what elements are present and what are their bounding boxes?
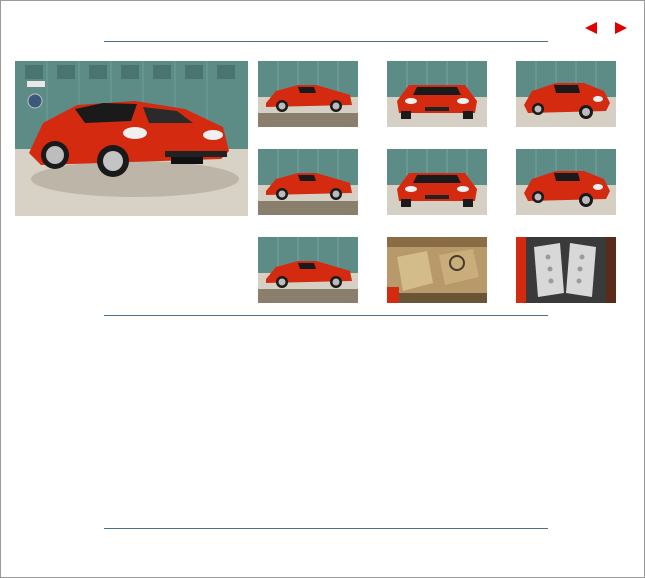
main-photo[interactable]: AM-20-59 DIFANIO <box>15 61 248 216</box>
thumbnail-5[interactable] <box>387 149 487 215</box>
thumbnail-7[interactable] <box>258 237 358 303</box>
divider-bottom <box>104 528 548 529</box>
thumbnail-4[interactable] <box>258 149 358 215</box>
prev-arrow-icon[interactable] <box>584 22 598 34</box>
divider-middle <box>104 315 548 316</box>
thumbnail-6[interactable] <box>516 149 616 215</box>
thumbnail-1[interactable] <box>258 61 358 127</box>
thumbnail-9[interactable] <box>516 237 616 303</box>
thumbnail-8[interactable] <box>387 237 487 303</box>
next-arrow-icon[interactable] <box>614 22 628 34</box>
thumbnail-3[interactable] <box>516 61 616 127</box>
divider-top <box>104 41 548 42</box>
thumbnail-2[interactable] <box>387 61 487 127</box>
